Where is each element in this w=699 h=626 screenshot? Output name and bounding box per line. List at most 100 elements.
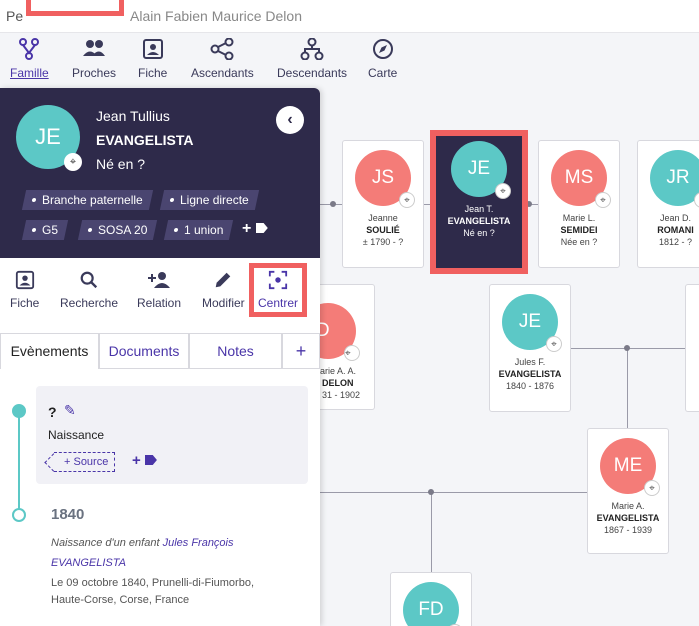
person-card-partial[interactable] xyxy=(685,284,699,412)
event-type: Naissance xyxy=(48,428,105,442)
edit-pencil-icon[interactable]: ✎ xyxy=(64,402,76,419)
add-tag-label: + xyxy=(242,220,252,237)
person-surname: EVANGELISTA xyxy=(96,132,194,148)
person-avatar: JE ⌖ xyxy=(16,105,82,171)
tree-connector xyxy=(431,492,432,572)
add-person-icon xyxy=(148,272,171,288)
tab-bar: Evènements Documents Notes + xyxy=(0,333,320,369)
avatar-initials: FD xyxy=(418,599,444,620)
tree-node-dot xyxy=(624,345,630,351)
person-card-selected[interactable]: JE ⌖ Jean T. EVANGELISTA Né en ? xyxy=(430,130,528,274)
person-card[interactable]: FD⌖ xyxy=(390,572,472,626)
locate-icon[interactable]: ⌖ xyxy=(644,480,660,496)
card-first-name: Jean T. xyxy=(464,204,494,214)
add-tab-button[interactable]: + xyxy=(282,333,320,369)
action-modifier[interactable]: Modifier xyxy=(202,270,245,310)
person-card[interactable]: MS ⌖ Marie L. SEMIDEI Née en ? xyxy=(538,140,620,268)
avatar-initials: JE xyxy=(35,124,61,149)
tab-documents[interactable]: Documents xyxy=(99,333,189,369)
card-surname: EVANGELISTA xyxy=(498,369,562,379)
action-fiche[interactable]: Fiche xyxy=(10,270,39,310)
nav-label: Famille xyxy=(10,66,49,80)
tag-badge[interactable]: G5 xyxy=(21,220,69,240)
add-tag-button[interactable]: + xyxy=(242,220,268,238)
add-source-button[interactable]: + Source xyxy=(54,452,116,472)
action-centrer[interactable]: Centrer xyxy=(249,263,308,317)
tag-badge[interactable]: 1 union xyxy=(163,220,234,240)
event-item: 1840 Naissance d'un enfant Jules Françoi… xyxy=(51,506,291,609)
nav-famille[interactable]: Famille xyxy=(10,38,49,80)
locate-icon[interactable]: ⌖ xyxy=(344,345,360,361)
avatar-initials: JS xyxy=(371,167,395,188)
tree-connector xyxy=(570,348,699,349)
card-dates: 1840 - 1876 xyxy=(505,381,555,391)
tab-notes[interactable]: Notes xyxy=(189,333,282,369)
person-card[interactable]: MD ⌖ arie A. A. DELON 31 - 1902 xyxy=(320,284,375,410)
locate-icon[interactable]: ⌖ xyxy=(64,153,82,171)
tab-evenements[interactable]: Evènements xyxy=(0,333,99,369)
nav-carte[interactable]: Carte xyxy=(368,38,397,80)
person-card[interactable]: JE ⌖ Jules F. EVANGELISTA 1840 - 1876 xyxy=(489,284,571,412)
avatar-initials: MD xyxy=(320,320,330,341)
event-card[interactable]: ? ✎ Naissance + Source + xyxy=(36,386,308,484)
top-bar: Pe Alain Fabien Maurice Delon xyxy=(0,0,699,33)
nav-label: Proches xyxy=(72,66,117,80)
person-first-names: Jean Tullius xyxy=(96,108,170,124)
share-nodes-icon xyxy=(210,38,234,60)
nav-proches[interactable]: Proches xyxy=(72,38,116,80)
tag-label: Ligne directe xyxy=(180,193,249,207)
search-icon xyxy=(80,271,98,289)
tag-badge[interactable]: Ligne directe xyxy=(159,190,259,210)
person-card[interactable]: JR⌖ Jean D. ROMANI 1812 - ? xyxy=(637,140,699,268)
tree-node-dot xyxy=(330,201,336,207)
contact-card-icon xyxy=(15,270,34,290)
family-tree-icon xyxy=(19,38,40,60)
card-dates: 31 - 1902 xyxy=(322,390,361,400)
tag-badge[interactable]: Branche paternelle xyxy=(21,190,153,210)
nav-ascendants[interactable]: Ascendants xyxy=(191,38,254,80)
person-card[interactable]: ME ⌖ Marie A. EVANGELISTA 1867 - 1939 xyxy=(587,428,669,554)
person-card[interactable]: JS ⌖ Jeanne SOULIÉ ± 1790 - ? xyxy=(342,140,424,268)
avatar: JR⌖ xyxy=(650,150,699,208)
locate-icon[interactable]: ⌖ xyxy=(495,183,511,199)
chevron-left-icon: ‹ xyxy=(287,111,293,128)
nav-label: Fiche xyxy=(138,66,168,80)
card-first-name: arie A. A. xyxy=(320,366,357,376)
nav-descendants[interactable]: Descendants xyxy=(277,38,347,80)
locate-icon[interactable]: ⌖ xyxy=(694,192,699,208)
action-relation[interactable]: Relation xyxy=(137,270,181,310)
avatar: MS ⌖ xyxy=(551,150,611,208)
contact-card-icon xyxy=(142,39,163,59)
locate-icon[interactable]: ⌖ xyxy=(399,192,415,208)
card-surname: DELON xyxy=(322,378,354,388)
main-nav: Famille Proches Fiche Ascendants Descend… xyxy=(0,34,420,88)
collapse-panel-button[interactable]: ‹ xyxy=(276,106,304,134)
tag-label: 1 union xyxy=(184,223,224,237)
tag-icon xyxy=(144,455,157,465)
tag-label: Branche paternelle xyxy=(42,193,143,207)
avatar: MD ⌖ xyxy=(320,303,360,361)
tag-badge[interactable]: SOSA 20 xyxy=(77,220,158,240)
card-first-name: Jean D. xyxy=(659,213,692,223)
card-surname: EVANGELISTA xyxy=(447,216,511,226)
tag-label: SOSA 20 xyxy=(98,223,148,237)
action-recherche[interactable]: Recherche xyxy=(60,270,118,310)
locate-icon[interactable]: ⌖ xyxy=(546,336,562,352)
nav-fiche[interactable]: Fiche xyxy=(138,38,167,80)
locate-icon[interactable]: ⌖ xyxy=(595,192,611,208)
add-tag-button[interactable]: + xyxy=(132,452,157,469)
avatar: ME ⌖ xyxy=(600,438,660,496)
breadcrumb[interactable]: Pe xyxy=(6,8,23,24)
event-place-line2: Haute-Corse, Corse, France xyxy=(51,594,190,606)
card-dates: ± 1790 - ? xyxy=(362,237,404,247)
avatar-initials: JR xyxy=(666,167,690,188)
card-surname: SOULIÉ xyxy=(366,225,400,235)
root-person-name[interactable]: Alain Fabien Maurice Delon xyxy=(130,8,302,24)
card-dates: 1812 - ? xyxy=(658,237,693,247)
avatar-initials: JE xyxy=(467,158,491,179)
action-label: Centrer xyxy=(258,296,299,310)
card-surname: SEMIDEI xyxy=(560,225,598,235)
card-dates: Né en ? xyxy=(463,228,495,238)
add-label: + xyxy=(132,452,141,469)
action-label: Modifier xyxy=(202,296,245,310)
